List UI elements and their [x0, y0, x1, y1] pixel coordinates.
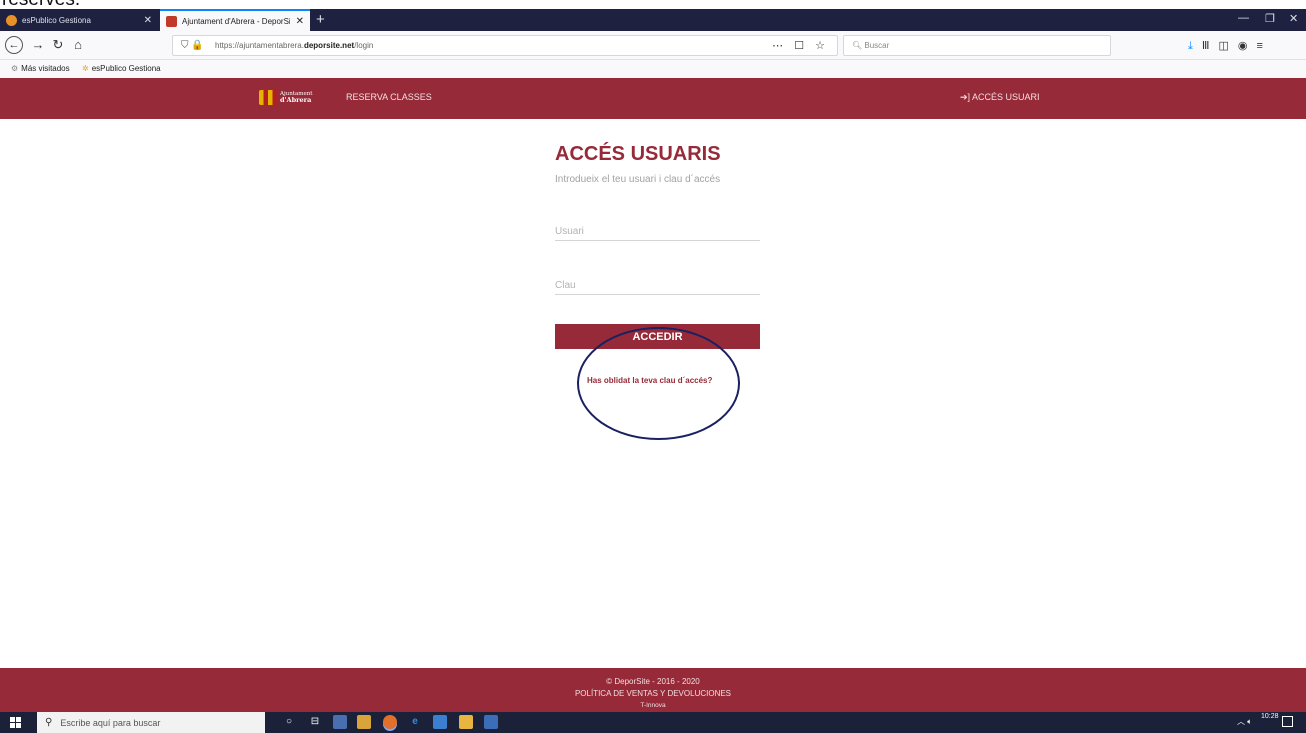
extension-icon[interactable]: ◉	[1238, 40, 1257, 52]
nav-reserva-classes[interactable]: RESERVA CLASSES	[346, 92, 432, 102]
footer-copyright: © DeporSite - 2016 - 2020	[606, 677, 700, 686]
clock[interactable]: 10:28	[1261, 713, 1279, 721]
forward-arrow-icon[interactable]: →	[29, 36, 47, 54]
windows-taskbar: ⚲ Escribe aquí para buscar ○ ⊟ e ︿ 🔈︎ 10:…	[0, 712, 1306, 733]
app-icon[interactable]	[484, 715, 498, 729]
nav-acces-usuari[interactable]: ➔] ACCÉS USUARI	[960, 92, 1040, 103]
notification-icon[interactable]	[1282, 716, 1293, 727]
home-icon[interactable]: ⌂	[69, 36, 87, 54]
taskbar-search[interactable]: ⚲ Escribe aquí para buscar	[37, 712, 265, 733]
new-tab-button[interactable]: +	[316, 11, 325, 29]
system-tray: ︿ 🔈︎ 10:28	[1237, 713, 1279, 727]
people-icon[interactable]	[333, 715, 347, 729]
reload-icon[interactable]: ↻	[49, 36, 67, 54]
logo-line2: d'Abrera	[280, 96, 312, 104]
search-icon: 🔍︎	[852, 41, 865, 50]
cortana-icon[interactable]: ○	[282, 715, 296, 729]
task-view-icon[interactable]: ⊟	[308, 715, 322, 729]
password-field	[555, 275, 760, 295]
gear-icon: ⚙	[11, 64, 19, 73]
browser-toolbar: ← → ↻ ⌂ ⛉ 🔒 https://ajuntamentabrera.dep…	[0, 31, 1306, 60]
volume-icon[interactable]: 🔈︎	[1247, 717, 1252, 726]
bookmark-mas-visitados[interactable]: ⚙ Más visitados	[11, 64, 70, 73]
site-header: Ajuntament d'Abrera RESERVA CLASSES ➔] AC…	[0, 78, 1306, 119]
app-icon[interactable]	[433, 715, 447, 729]
windows-start-icon[interactable]	[10, 717, 21, 728]
footer-credit: T-Innova	[640, 702, 666, 709]
mail-icon[interactable]	[357, 715, 371, 729]
bookmarks-bar: ⚙ Más visitados ✲ esPublico Gestiona	[0, 60, 1306, 78]
file-explorer-icon[interactable]	[459, 715, 473, 729]
footer-policy-link[interactable]: POLÍTICA DE VENTAS Y DEVOLUCIONES	[0, 689, 1306, 698]
browser-tab-bar: esPublico Gestiona ✕ Ajuntament d'Abrera…	[0, 9, 1306, 31]
back-arrow-icon[interactable]: ←	[5, 36, 23, 54]
ajuntament-logo[interactable]: Ajuntament d'Abrera	[259, 90, 312, 105]
taskbar-search-placeholder: Escribe aquí para buscar	[60, 717, 161, 728]
screenshot-root: reserves. esPublico Gestiona ✕ Ajuntamen…	[0, 0, 1306, 733]
username-input[interactable]	[555, 222, 760, 241]
menu-icon[interactable]: ≡	[1256, 40, 1271, 52]
download-icon[interactable]: ⤓	[1188, 40, 1202, 52]
close-tab-icon[interactable]: ✕	[144, 15, 152, 26]
coat-of-arms-icon	[259, 90, 277, 105]
espublico-icon: ✲	[82, 64, 89, 73]
library-icon[interactable]: Ⅲ	[1202, 40, 1219, 52]
deporsite-favicon-icon	[166, 15, 177, 27]
login-arrow-icon: ➔]	[960, 92, 973, 102]
restore-icon[interactable]: ❐	[1265, 12, 1275, 25]
search-icon: ⚲	[45, 717, 53, 728]
close-tab-icon[interactable]: ✕	[296, 16, 304, 27]
page-actions-icon[interactable]: ⋯ ☐ ☆	[772, 39, 829, 52]
search-placeholder: Buscar	[864, 41, 890, 50]
page-title: ACCÉS USUARIS	[555, 143, 721, 165]
toolbar-icon-group: ⤓Ⅲ◫◉≡	[1188, 39, 1272, 53]
chevron-up-icon[interactable]: ︿	[1237, 717, 1245, 726]
close-window-icon[interactable]: ✕	[1289, 12, 1298, 25]
tab-ajuntament-abrera[interactable]: Ajuntament d'Abrera - DeporSi ✕	[160, 9, 310, 31]
url-text: https://ajuntamentabrera.deporsite.net/l…	[215, 41, 374, 50]
internet-explorer-icon[interactable]: e	[408, 715, 422, 729]
login-button[interactable]: ACCEDIR	[555, 324, 760, 349]
password-input[interactable]	[555, 276, 760, 295]
sidebar-icon[interactable]: ◫	[1218, 40, 1237, 52]
forgot-password-link[interactable]: Has oblidat la teva clau d´accés?	[587, 376, 712, 385]
lock-icon: ⛉ 🔒	[181, 40, 204, 51]
username-field	[555, 221, 760, 241]
document-caption: reserves.	[0, 0, 1306, 9]
page-subtitle: Introdueix el teu usuari i clau d´accés	[555, 174, 721, 185]
bookmark-espublico[interactable]: ✲ esPublico Gestiona	[82, 64, 161, 73]
site-footer: © DeporSite - 2016 - 2020 POLÍTICA DE VE…	[0, 668, 1306, 712]
espublico-favicon-icon	[6, 14, 17, 26]
tab-title: esPublico Gestiona	[22, 15, 91, 25]
tab-espublico[interactable]: esPublico Gestiona ✕	[0, 9, 158, 31]
firefox-icon[interactable]	[383, 715, 397, 729]
url-bar[interactable]: ⛉ 🔒 https://ajuntamentabrera.deporsite.n…	[172, 35, 838, 56]
search-input[interactable]: 🔍︎ Buscar	[843, 35, 1111, 56]
tab-title: Ajuntament d'Abrera - DeporSi	[182, 16, 290, 26]
minimize-icon[interactable]: —	[1238, 12, 1249, 24]
